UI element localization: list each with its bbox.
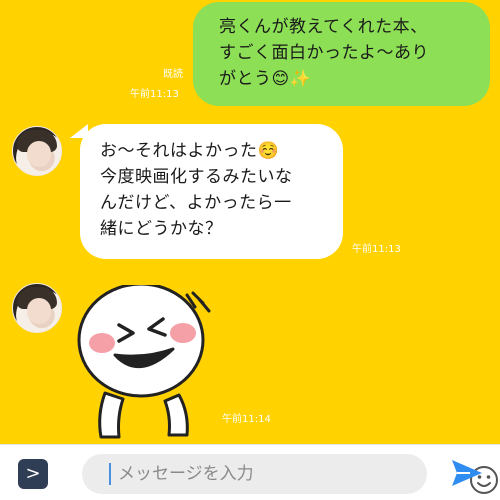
message-time: 午前11:13 bbox=[352, 244, 401, 255]
message-time: 午前11:13 bbox=[130, 89, 179, 100]
message-text-line: すごく面白かったよ〜あり bbox=[219, 43, 429, 63]
message-text-line: 亮くんが教えてくれた本、 bbox=[219, 17, 428, 37]
message-placeholder: メッセージを入力 bbox=[118, 464, 254, 484]
expand-menu-button[interactable]: > bbox=[18, 459, 48, 489]
text-caret bbox=[109, 463, 111, 485]
chat-area[interactable]: 既読 午前11:13 亮くんが教えてくれた本、 すごく面白かったよ〜あり がとう… bbox=[0, 0, 500, 444]
laughing-face-sticker[interactable] bbox=[75, 285, 225, 444]
message-input[interactable]: メッセージを入力 bbox=[82, 454, 498, 494]
read-receipt: 既読 bbox=[163, 69, 183, 80]
avatar-face bbox=[27, 298, 51, 324]
send-button[interactable] bbox=[450, 457, 484, 489]
message-text-line: 今度映画化するみたいな bbox=[100, 167, 293, 187]
message-text-line: 緒にどうかな？ bbox=[100, 219, 223, 239]
chevron-right-icon: > bbox=[25, 463, 41, 484]
send-icon bbox=[452, 460, 482, 486]
message-text-line: がとう😊✨ bbox=[219, 69, 312, 89]
avatar[interactable] bbox=[12, 126, 62, 176]
sent-message-bubble[interactable]: 亮くんが教えてくれた本、 すごく面白かったよ〜あり がとう😊✨ bbox=[193, 2, 490, 106]
message-text-line: お〜それはよかった☺️ bbox=[100, 141, 280, 161]
received-message-bubble[interactable]: お〜それはよかった☺️ 今度映画化するみたいな んだけど、よかったら一 緒にどう… bbox=[80, 124, 343, 259]
avatar[interactable] bbox=[12, 283, 62, 333]
message-input-bar: > メッセージを入力 bbox=[0, 444, 500, 500]
avatar-face bbox=[27, 141, 51, 167]
message-text-line: んだけど、よかったら一 bbox=[100, 193, 292, 213]
message-time: 午前11:14 bbox=[222, 414, 271, 425]
sticker-graphic bbox=[77, 285, 211, 439]
